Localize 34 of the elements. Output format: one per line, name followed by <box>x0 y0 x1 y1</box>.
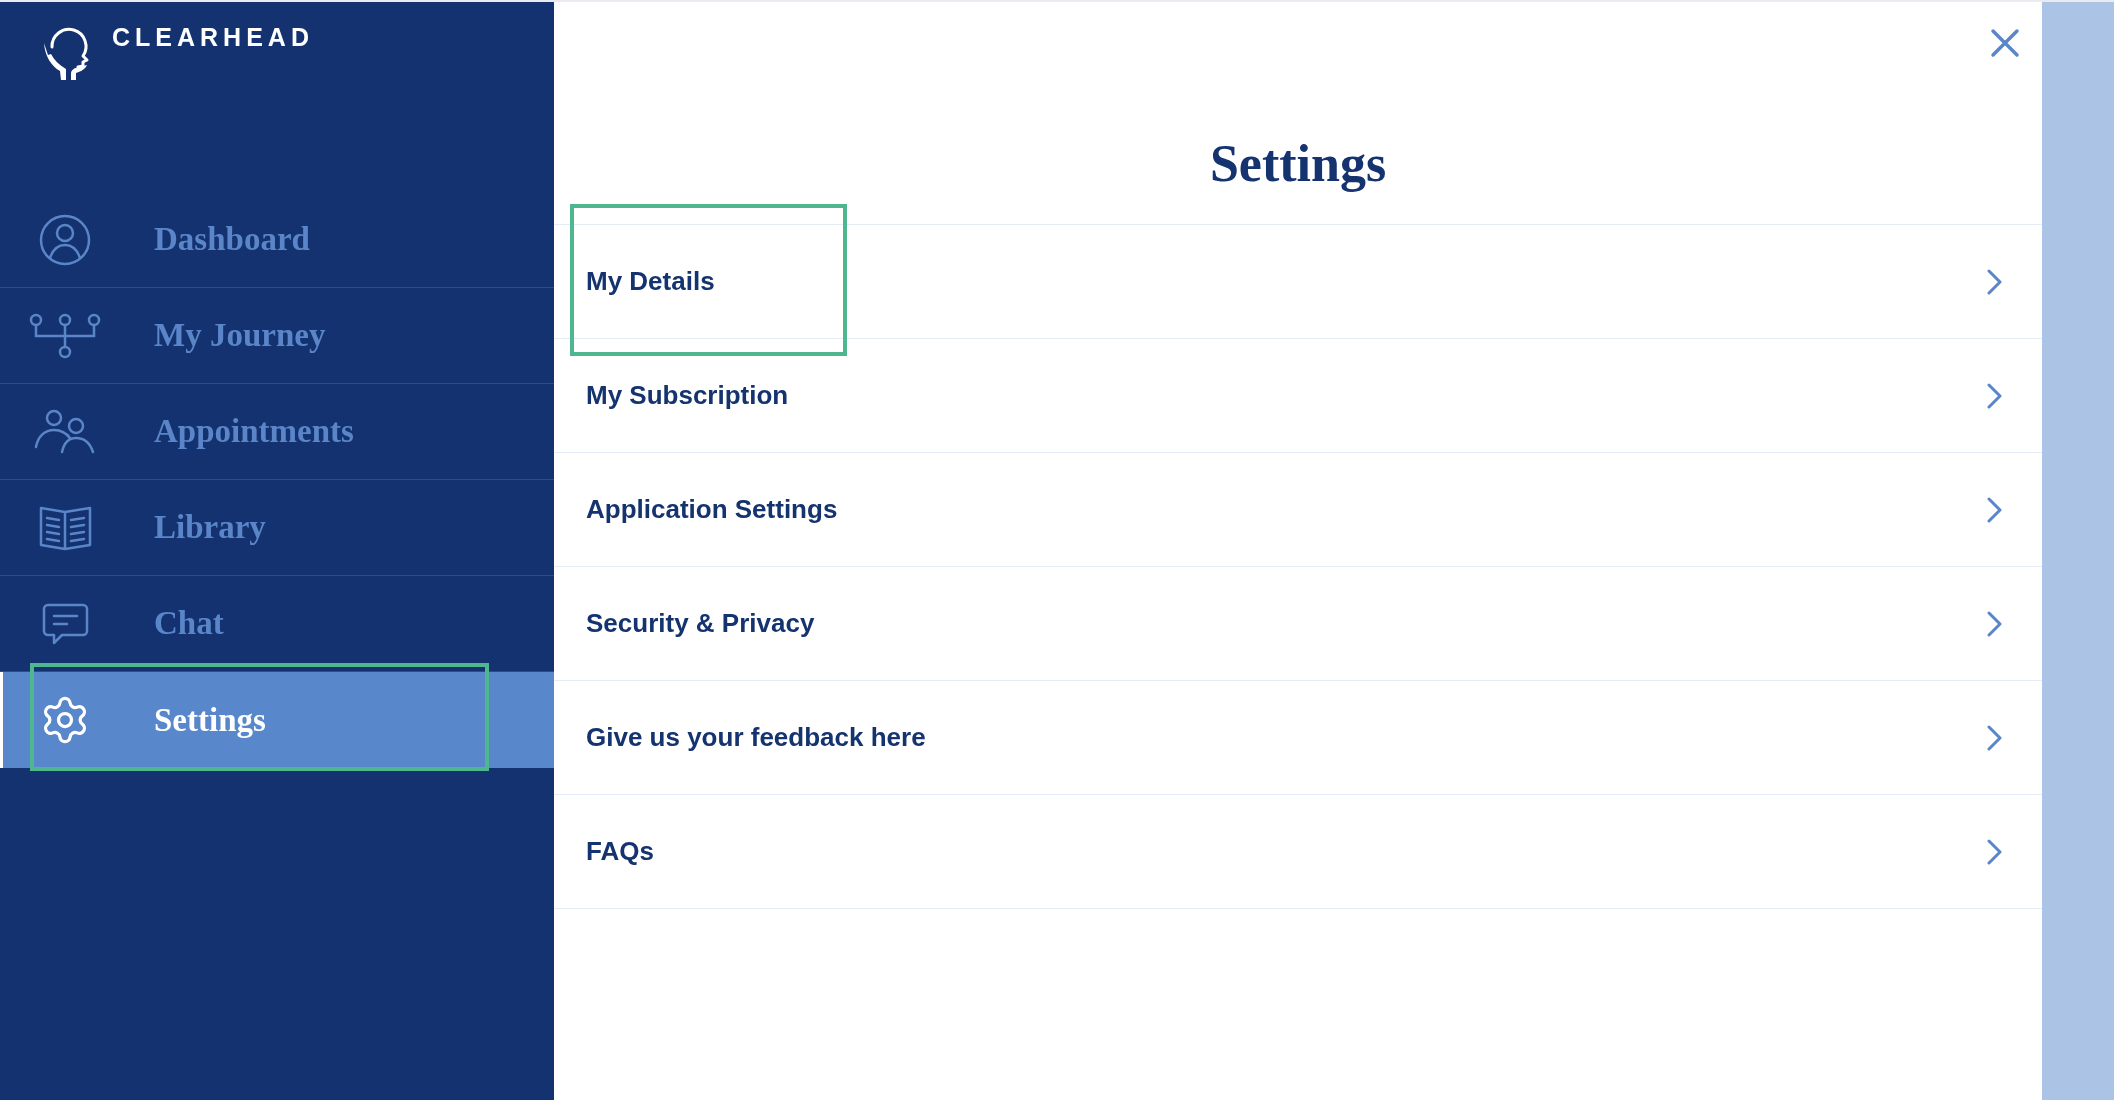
settings-list-item[interactable]: My Details <box>554 225 2042 338</box>
chevron-right-icon <box>1987 610 2002 637</box>
sidebar-nav-label: Library <box>154 511 266 544</box>
sidebar-nav-label: My Journey <box>154 319 326 352</box>
sidebar-nav-label: Chat <box>154 607 224 640</box>
settings-list-item[interactable]: Application Settings <box>554 453 2042 566</box>
chevron-right-icon <box>1987 268 2002 295</box>
sidebar-nav-label: Dashboard <box>154 223 310 256</box>
sidebar-nav-label: Settings <box>154 703 266 737</box>
open-book-icon <box>38 504 92 551</box>
sidebar-nav-label: Appointments <box>154 415 354 448</box>
branch-nodes-icon <box>29 312 101 359</box>
settings-list-item[interactable]: FAQs <box>554 795 2042 908</box>
brand-name: CLEARHEAD <box>112 25 314 50</box>
settings-list-item[interactable]: Security & Privacy <box>554 567 2042 680</box>
settings-item-label: Give us your feedback here <box>586 721 926 754</box>
people-icon <box>34 409 96 454</box>
chevron-right-icon <box>1987 496 2002 523</box>
user-circle-icon <box>39 213 91 266</box>
page-title: Settings <box>1209 138 1387 190</box>
chevron-right-icon <box>1987 838 2002 865</box>
chat-bubble-icon <box>41 602 89 645</box>
close-icon <box>1990 28 2020 58</box>
settings-list-item[interactable]: My Subscription <box>554 339 2042 452</box>
settings-item-label: Security & Privacy <box>586 607 815 640</box>
chevron-right-icon <box>1987 382 2002 409</box>
close-button[interactable] <box>1990 28 2020 58</box>
settings-item-label: My Details <box>586 265 715 298</box>
sidebar-nav-item[interactable]: Settings <box>0 672 554 768</box>
settings-item-label: My Subscription <box>586 379 789 412</box>
settings-item-label: Application Settings <box>586 493 838 526</box>
settings-item-label: FAQs <box>586 835 654 868</box>
settings-list-item[interactable]: Give us your feedback here <box>554 681 2042 794</box>
chevron-right-icon <box>1987 724 2002 751</box>
